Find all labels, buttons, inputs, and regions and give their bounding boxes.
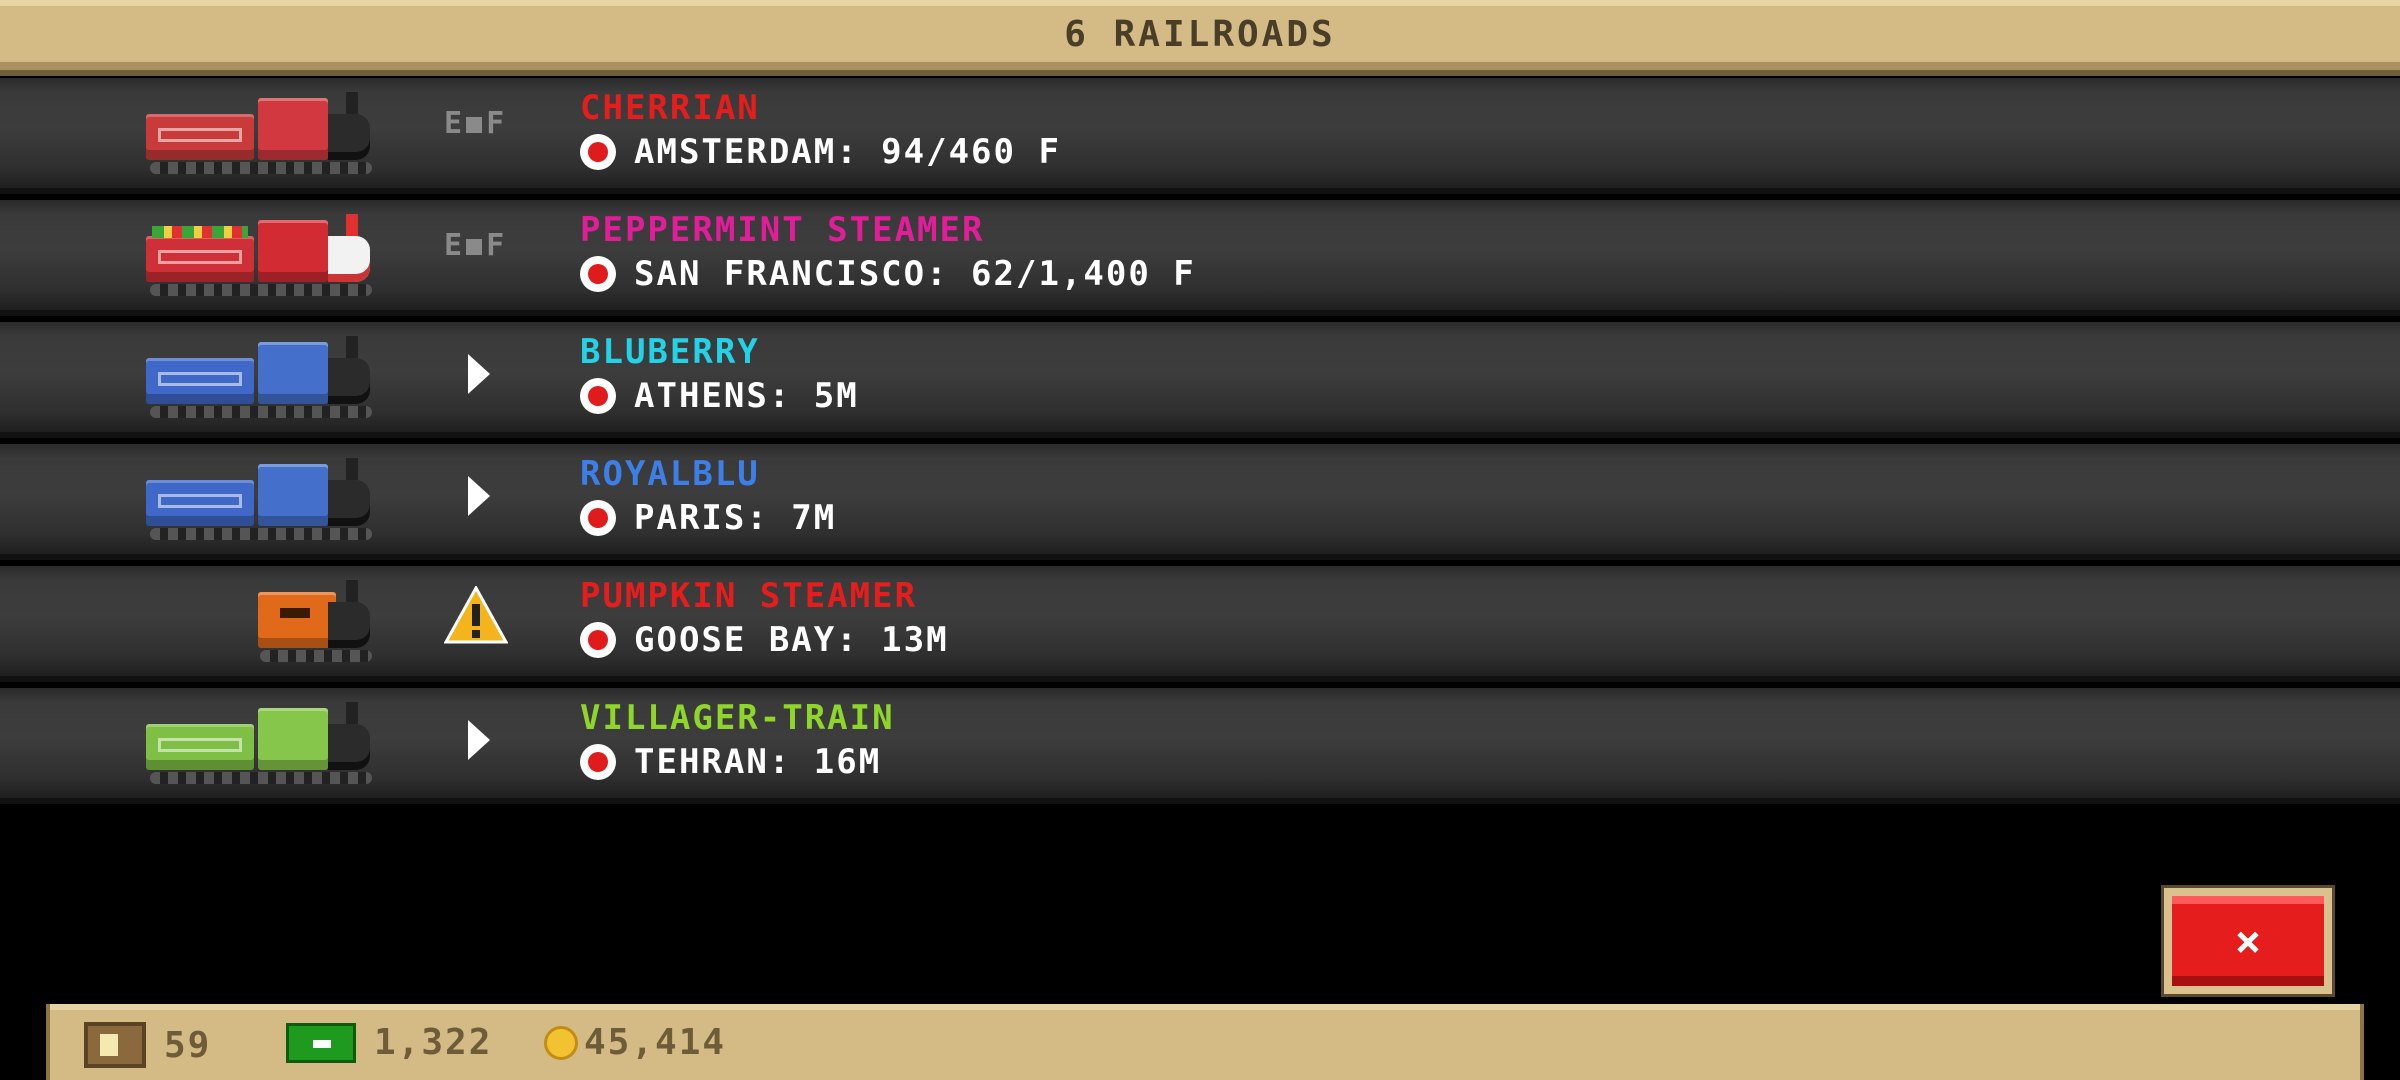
train-icon <box>146 90 376 174</box>
railroad-name: CHERRIAN <box>580 88 760 128</box>
header-bar: 6 RAILROADS <box>0 0 2400 76</box>
close-icon: × <box>2234 915 2262 967</box>
train-icon <box>146 700 376 784</box>
crate-icon <box>84 1022 146 1068</box>
cash-icon <box>286 1022 356 1063</box>
destination-text: AMSTERDAM: 94/460 F <box>634 132 1061 172</box>
destination: ATHENS: 5M <box>580 374 859 418</box>
destination: AMSTERDAM: 94/460 F <box>580 130 1061 174</box>
destination: PARIS: 7M <box>580 496 836 540</box>
play-arrow-icon[interactable] <box>468 720 490 760</box>
map-pin-icon <box>580 134 616 170</box>
railroad-name: VILLAGER-TRAIN <box>580 698 895 738</box>
cash-counter[interactable]: 1,322 <box>286 1022 492 1063</box>
coins-counter[interactable]: 45,414 <box>544 1022 726 1063</box>
railroad-row-pumpkin-steamer[interactable]: PUMPKIN STEAMER GOOSE BAY: 13M <box>0 566 2400 682</box>
destination-text: ATHENS: 5M <box>634 376 859 416</box>
play-arrow-icon[interactable] <box>468 476 490 516</box>
destination: TEHRAN: 16M <box>580 740 881 784</box>
destination-text: GOOSE BAY: 13M <box>634 620 949 660</box>
train-icon <box>146 212 376 296</box>
coin-icon <box>544 1025 578 1060</box>
map-pin-icon <box>580 744 616 780</box>
railroad-name: PUMPKIN STEAMER <box>580 576 918 616</box>
railroad-name: BLUBERRY <box>580 332 760 372</box>
railroad-row-peppermint-steamer[interactable]: EF PEPPERMINT STEAMER SAN FRANCISCO: 62/… <box>0 200 2400 316</box>
fuel-gauge-icon: EF <box>444 106 505 141</box>
warning-icon[interactable] <box>444 586 508 644</box>
crates-counter[interactable]: 59 <box>84 1022 211 1068</box>
coins-value: 45,414 <box>584 1022 727 1063</box>
railroad-row-villager-train[interactable]: VILLAGER-TRAIN TEHRAN: 16M <box>0 688 2400 804</box>
destination-text: PARIS: 7M <box>634 498 837 538</box>
railroad-name: PEPPERMINT STEAMER <box>580 210 985 250</box>
cash-value: 1,322 <box>374 1022 493 1063</box>
railroad-name: ROYALBLU <box>580 454 760 494</box>
destination: SAN FRANCISCO: 62/1,400 F <box>580 252 1196 296</box>
map-pin-icon <box>580 256 616 292</box>
destination-text: TEHRAN: 16M <box>634 742 882 782</box>
train-icon <box>256 578 376 662</box>
play-arrow-icon[interactable] <box>468 354 490 394</box>
destination-text: SAN FRANCISCO: 62/1,400 F <box>634 254 1196 294</box>
resource-bar: 59 1,322 45,414 <box>46 1004 2364 1080</box>
railroad-row-bluberry[interactable]: BLUBERRY ATHENS: 5M <box>0 322 2400 438</box>
fuel-gauge-icon: EF <box>444 228 505 263</box>
close-button[interactable]: × <box>2161 885 2335 997</box>
train-icon <box>146 334 376 418</box>
railroad-row-royalblu[interactable]: ROYALBLU PARIS: 7M <box>0 444 2400 560</box>
destination: GOOSE BAY: 13M <box>580 618 949 662</box>
railroad-row-cherrian[interactable]: EF CHERRIAN AMSTERDAM: 94/460 F <box>0 78 2400 194</box>
page-title: 6 RAILROADS <box>1064 14 1336 55</box>
map-pin-icon <box>580 378 616 414</box>
map-pin-icon <box>580 622 616 658</box>
map-pin-icon <box>580 500 616 536</box>
crates-value: 59 <box>164 1024 212 1066</box>
train-icon <box>146 456 376 540</box>
